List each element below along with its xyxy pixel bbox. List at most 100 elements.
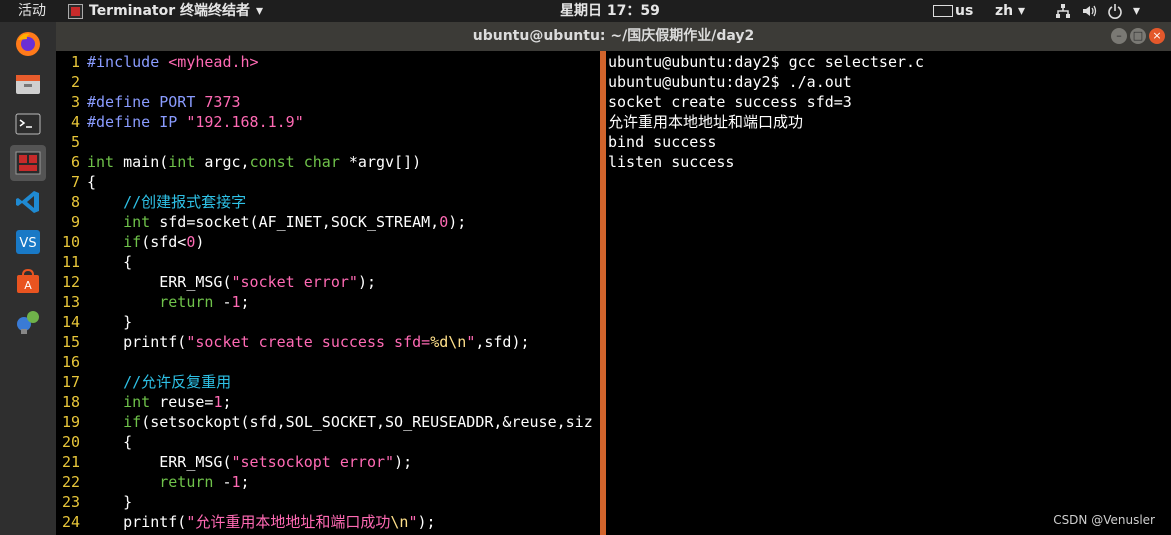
code-token: IP (159, 113, 187, 131)
terminator-app-icon (68, 3, 83, 19)
code-line[interactable]: 17 //允许反复重用 (56, 372, 593, 392)
code-text: printf("socket create success sfd=%d\n",… (87, 332, 529, 352)
code-text: } (87, 312, 132, 332)
code-line[interactable]: 3 #define PORT 7373 (56, 92, 593, 112)
line-number: 13 (61, 293, 80, 311)
code-text: } (87, 492, 132, 512)
line-number: 20 (61, 433, 80, 451)
code-token: 0 (439, 213, 449, 231)
code-line[interactable]: 5 (56, 132, 593, 152)
network-tools-icon[interactable] (10, 304, 46, 340)
terminal-icon[interactable] (10, 106, 46, 142)
code-token: #include (87, 53, 169, 71)
maximize-button[interactable]: □ (1130, 28, 1146, 44)
terminal-pane[interactable]: ubuntu@ubuntu:day2$ gcc selectser.c ubunt… (606, 51, 1171, 535)
input-method-menu[interactable]: zh ▾ (995, 0, 1025, 22)
editor-pane[interactable]: 1 #include <myhead.h> 2 3 #define PORT 7373 4… (56, 51, 600, 535)
code-text: int reuse=1; (87, 392, 231, 412)
code-line[interactable]: 22 return -1; (56, 472, 593, 492)
svg-text:VS: VS (19, 236, 36, 251)
code-token: #define (87, 93, 160, 111)
code-token: ERR_MSG( (87, 453, 232, 471)
minimize-button[interactable]: – (1111, 28, 1127, 44)
close-button[interactable]: × (1149, 28, 1165, 44)
code-line[interactable]: 6 int main(int argc,const char *argv[]) (56, 152, 593, 172)
code-token: const (249, 153, 295, 171)
code-line[interactable]: 18 int reuse=1; (56, 392, 593, 412)
code-token: \n (390, 513, 409, 531)
code-token: ) (195, 233, 205, 251)
code-editor[interactable]: 1 #include <myhead.h> 2 3 #define PORT 7373 4… (56, 52, 593, 532)
code-token: - (213, 293, 232, 311)
code-line[interactable]: 24 printf("允许重用本地地址和端口成功\n"); (56, 512, 593, 532)
code-line[interactable]: 1 #include <myhead.h> (56, 52, 593, 72)
code-token: #define (87, 113, 160, 131)
code-token: int (87, 153, 115, 171)
line-number: 17 (61, 373, 80, 391)
software-center-icon[interactable]: A (10, 264, 46, 300)
code-token: if (123, 233, 142, 251)
code-line[interactable]: 14 } (56, 312, 593, 332)
code-line[interactable]: 23 } (56, 492, 593, 512)
code-token: int (123, 393, 151, 411)
code-token: (setsockopt(sfd,SOL_SOCKET,SO_REUSEADDR,… (141, 413, 593, 431)
terminal-line: ubuntu@ubuntu:day2$ gcc selectser.c (608, 53, 925, 71)
code-token: ); (448, 213, 467, 231)
system-tray[interactable]: ▾ (1055, 0, 1140, 22)
code-token: } (87, 493, 133, 511)
code-line[interactable]: 16 (56, 352, 593, 372)
code-line[interactable]: 8 //创建报式套接字 (56, 192, 593, 212)
code-line[interactable]: 13 return -1; (56, 292, 593, 312)
code-token: //创建报式套接字 (87, 193, 247, 211)
code-line[interactable]: 11 { (56, 252, 593, 272)
top-panel: 活动 Terminator 终端终结者 ▾ 星期日 17：59 us zh ▾ … (0, 0, 1171, 22)
dock: VS A (0, 22, 56, 535)
clock[interactable]: 星期日 17：59 (560, 0, 660, 22)
code-line[interactable]: 7{ (56, 172, 593, 192)
line-number: 22 (61, 473, 80, 491)
code-token: printf( (87, 333, 187, 351)
code-line[interactable]: 4 #define IP "192.168.1.9" (56, 112, 593, 132)
code-token: 1 (231, 473, 241, 491)
virtualbox-icon[interactable]: VS (10, 224, 46, 260)
code-text: #include <myhead.h> (87, 52, 259, 72)
code-line[interactable]: 12 ERR_MSG("socket error"); (56, 272, 593, 292)
line-number: 21 (61, 453, 80, 471)
code-line[interactable]: 21 ERR_MSG("setsockopt error"); (56, 452, 593, 472)
app-menu[interactable]: Terminator 终端终结者 ▾ (68, 0, 263, 22)
code-line[interactable]: 20 { (56, 432, 593, 452)
code-text: { (87, 432, 132, 452)
terminal-output: ubuntu@ubuntu:day2$ gcc selectser.c ubunt… (608, 52, 924, 172)
code-line[interactable]: 2 (56, 72, 593, 92)
terminator-icon[interactable] (10, 145, 46, 181)
code-token: main( (114, 153, 169, 171)
code-text: int sfd=socket(AF_INET,SOCK_STREAM,0); (87, 212, 466, 232)
code-line[interactable]: 15 printf("socket create success sfd=%d\… (56, 332, 593, 352)
line-number: 10 (61, 233, 80, 251)
code-line[interactable]: 10 if(sfd<0) (56, 232, 593, 252)
line-number: 24 (61, 513, 80, 531)
watermark: CSDN @Venusler (1053, 513, 1155, 527)
network-icon (1056, 4, 1070, 18)
code-text: { (87, 172, 96, 192)
terminal-line: ubuntu@ubuntu:day2$ ./a.out (608, 73, 852, 91)
keyboard-layout-indicator[interactable]: us (933, 0, 973, 22)
chevron-down-icon: ▾ (1133, 3, 1141, 19)
code-line[interactable]: 19 if(setsockopt(sfd,SOL_SOCKET,SO_REUSE… (56, 412, 593, 432)
code-line[interactable]: 9 int sfd=socket(AF_INET,SOCK_STREAM,0); (56, 212, 593, 232)
vscode-icon[interactable] (10, 184, 46, 220)
line-number: 19 (61, 413, 80, 431)
files-icon[interactable] (10, 66, 46, 102)
code-token: ); (394, 453, 413, 471)
window-titlebar[interactable]: ubuntu@ubuntu: ~/国庆假期作业/day2 – □ × (56, 22, 1171, 51)
code-token: ; (240, 473, 250, 491)
code-token: " (466, 333, 476, 351)
firefox-icon[interactable] (10, 26, 46, 62)
input-method-label: zh (995, 3, 1014, 19)
line-number: 5 (70, 133, 80, 151)
keyboard-layout-label: us (955, 3, 974, 19)
activities-button[interactable]: 活动 (18, 0, 46, 22)
